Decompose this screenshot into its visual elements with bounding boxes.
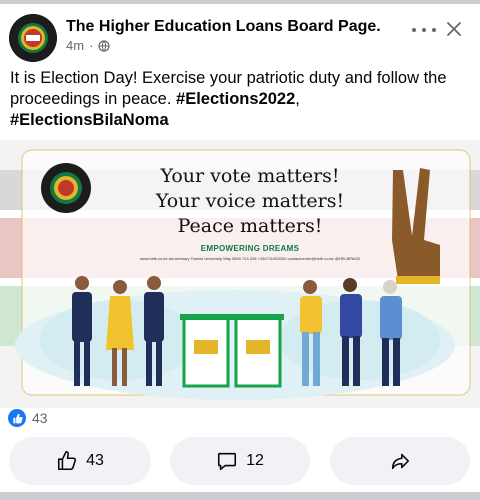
like-count: 43	[86, 452, 104, 469]
share-icon	[391, 453, 410, 470]
comment-count: 12	[246, 452, 264, 469]
hashtag-electionsbilanoma[interactable]: #ElectionsBilaNoma	[10, 111, 169, 129]
share-button[interactable]	[330, 437, 470, 485]
post-image[interactable]: Your vote matters! Your voice matters! P…	[0, 140, 480, 408]
bottom-divider	[0, 492, 480, 500]
page-avatar[interactable]	[9, 14, 57, 62]
image-tagline: EMPOWERING DREAMS	[200, 244, 300, 253]
reaction-count: 43	[32, 410, 48, 426]
hashtag-separator: ,	[295, 90, 300, 108]
like-reaction-icon	[8, 409, 26, 427]
more-icon[interactable]	[412, 22, 436, 38]
headline-line-3: Peace matters!	[177, 215, 323, 237]
comment-icon	[218, 452, 237, 471]
like-button[interactable]: 43	[9, 437, 151, 485]
comment-button[interactable]: 12	[170, 437, 310, 485]
image-contact-line: www.helb.co.ke Anniversary Towers Univer…	[139, 256, 361, 261]
image-headline: Your vote matters! Your voice matters! P…	[150, 164, 350, 239]
hashtag-elections2022[interactable]: #Elections2022	[176, 90, 295, 108]
close-icon[interactable]	[445, 20, 463, 38]
page-name[interactable]: The Higher Education Loans Board Page.	[66, 18, 381, 36]
post-message: It is Election Day! Exercise your patrio…	[10, 68, 472, 131]
post-header: The Higher Education Loans Board Page. 4…	[0, 4, 480, 64]
meta-separator: ·	[89, 38, 94, 53]
reaction-summary[interactable]: 43	[8, 409, 48, 427]
post-meta: 4m ·	[66, 38, 111, 53]
headline-line-1: Your vote matters!	[160, 165, 340, 187]
post-time[interactable]: 4m	[66, 38, 84, 53]
globe-icon	[98, 39, 111, 52]
action-bar: 43 12	[0, 437, 480, 487]
headline-line-2: Your voice matters!	[155, 190, 345, 212]
like-icon	[58, 451, 77, 471]
